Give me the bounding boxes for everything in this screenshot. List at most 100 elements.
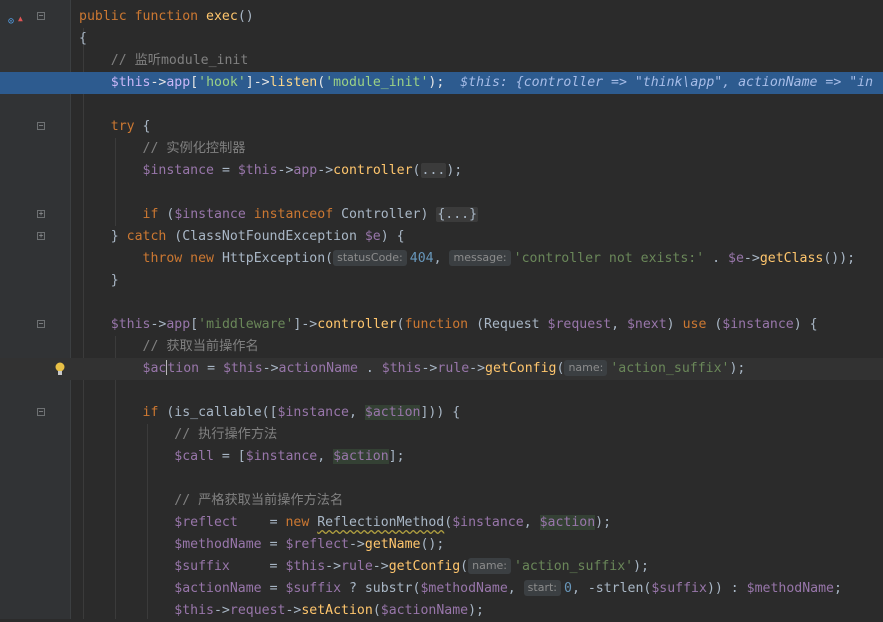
code-line-12[interactable]: throw new HttpException(statusCode: 404, … bbox=[0, 248, 883, 270]
code-text[interactable]: $action = $this->actionName . $this->rul… bbox=[79, 358, 745, 380]
code-token: ( bbox=[396, 317, 405, 332]
override-arrow-icon[interactable]: ▲ bbox=[18, 8, 23, 30]
code-token: [ bbox=[190, 75, 199, 90]
code-text[interactable]: $reflect = new ReflectionMethod($instanc… bbox=[79, 512, 611, 534]
code-text[interactable]: // 严格获取当前操作方法名 bbox=[79, 490, 343, 512]
code-text[interactable]: $this->app['middleware']->controller(fun… bbox=[79, 314, 818, 336]
code-text[interactable]: } catch (ClassNotFoundException $e) { bbox=[79, 226, 405, 248]
code-line-20[interactable]: // 执行操作方法 bbox=[0, 424, 883, 446]
code-token: , bbox=[611, 317, 627, 332]
code-text[interactable]: if ($instance instanceof Controller) {..… bbox=[79, 204, 479, 226]
code-text[interactable]: // 监听module_init bbox=[79, 50, 249, 72]
code-line-14[interactable] bbox=[0, 292, 883, 314]
code-text[interactable]: // 执行操作方法 bbox=[79, 424, 277, 446]
code-token: // 实例化控制器 bbox=[79, 141, 246, 156]
code-token: ; bbox=[833, 581, 842, 596]
code-token: 0 bbox=[564, 581, 572, 596]
code-token: ( bbox=[460, 559, 469, 574]
code-token: . bbox=[704, 251, 729, 266]
code-token: if bbox=[142, 405, 167, 420]
code-text[interactable]: } bbox=[79, 270, 119, 292]
code-token: 'hook' bbox=[198, 75, 246, 90]
code-text[interactable]: public function exec() bbox=[79, 6, 254, 28]
fold-toggle-icon[interactable]: − bbox=[37, 122, 45, 130]
parameter-hint: message: bbox=[449, 250, 511, 266]
code-line-1[interactable]: − ⊙ ▲ public function exec() bbox=[0, 6, 883, 28]
fold-toggle-icon[interactable]: + bbox=[37, 210, 45, 218]
code-token: $methodName bbox=[420, 581, 508, 596]
code-token: $this bbox=[174, 603, 214, 618]
code-token: new bbox=[285, 515, 318, 530]
folded-code[interactable]: {...} bbox=[436, 207, 479, 222]
code-line-27[interactable]: $actionName = $suffix ? substr($methodNa… bbox=[0, 578, 883, 600]
code-text[interactable]: throw new HttpException(statusCode: 404, … bbox=[79, 248, 855, 270]
code-text[interactable]: $actionName = $suffix ? substr($methodNa… bbox=[79, 578, 842, 600]
code-line-2[interactable]: { bbox=[0, 28, 883, 50]
code-line-17[interactable]: $action = $this->actionName . $this->rul… bbox=[0, 358, 883, 380]
code-token: use bbox=[682, 317, 715, 332]
code-text[interactable]: if (is_callable([$instance, $action])) { bbox=[79, 402, 460, 424]
code-token: ? substr( bbox=[341, 581, 421, 596]
code-editor[interactable]: − ⊙ ▲ public function exec(){ // 监听module_i… bbox=[0, 0, 883, 619]
variable-usage-highlight: $action bbox=[333, 449, 389, 464]
code-line-4[interactable]: $this->app['hook']->listen('module_init'… bbox=[0, 72, 883, 94]
code-line-23[interactable]: // 严格获取当前操作方法名 bbox=[0, 490, 883, 512]
code-text[interactable]: $instance = $this->app->controller(...); bbox=[79, 160, 462, 182]
code-line-22[interactable] bbox=[0, 468, 883, 490]
fold-toggle-icon[interactable]: − bbox=[37, 320, 45, 328]
intention-bulb-icon[interactable] bbox=[55, 362, 65, 376]
code-token: // 严格获取当前操作方法名 bbox=[79, 493, 344, 508]
code-text[interactable]: $call = [$instance, $action]; bbox=[79, 446, 405, 468]
code-token: = bbox=[261, 581, 286, 596]
code-token: $this bbox=[381, 361, 422, 376]
code-token: ); bbox=[446, 163, 463, 178]
code-token: $e bbox=[728, 251, 744, 266]
code-line-10[interactable]: + if ($instance instanceof Controller) {… bbox=[0, 204, 883, 226]
code-line-19[interactable]: − if (is_callable([$instance, $action]))… bbox=[0, 402, 883, 424]
code-line-26[interactable]: $suffix = $this->rule->getConfig(name:'a… bbox=[0, 556, 883, 578]
code-token: ) { bbox=[793, 317, 818, 332]
fold-toggle-icon[interactable]: − bbox=[37, 12, 45, 20]
code-line-16[interactable]: // 获取当前操作名 bbox=[0, 336, 883, 358]
code-token: } bbox=[79, 273, 119, 288]
code-token: setAction bbox=[301, 603, 373, 618]
code-token: ])) { bbox=[420, 405, 461, 420]
code-line-24[interactable]: $reflect = new ReflectionMethod($instanc… bbox=[0, 512, 883, 534]
code-line-8[interactable]: $instance = $this->app->controller(...); bbox=[0, 160, 883, 182]
code-text[interactable]: $this->app['hook']->listen('module_init'… bbox=[79, 72, 873, 94]
code-line-5[interactable] bbox=[0, 94, 883, 116]
code-token: HttpException( bbox=[221, 251, 334, 266]
code-line-6[interactable]: − try { bbox=[0, 116, 883, 138]
code-text[interactable]: // 获取当前操作名 bbox=[79, 336, 259, 358]
code-line-11[interactable]: + } catch (ClassNotFoundException $e) { bbox=[0, 226, 883, 248]
parameter-hint: statusCode: bbox=[333, 250, 407, 266]
fold-toggle-icon[interactable]: − bbox=[37, 408, 45, 416]
code-token: -> bbox=[213, 603, 230, 618]
code-text[interactable]: $methodName = $reflect->getName(); bbox=[79, 534, 444, 556]
code-line-15[interactable]: − $this->app['middleware']->controller(f… bbox=[0, 314, 883, 336]
code-line-13[interactable]: } bbox=[0, 270, 883, 292]
code-line-25[interactable]: $methodName = $reflect->getName(); bbox=[0, 534, 883, 556]
code-line-18[interactable] bbox=[0, 380, 883, 402]
code-text[interactable]: { bbox=[79, 28, 87, 50]
fold-toggle-icon[interactable]: + bbox=[37, 232, 45, 240]
code-text[interactable]: // 实例化控制器 bbox=[79, 138, 246, 160]
code-text[interactable]: try { bbox=[79, 116, 151, 138]
code-token: $actionName bbox=[380, 603, 469, 618]
code-text[interactable]: $suffix = $this->rule->getConfig(name:'a… bbox=[79, 556, 649, 578]
code-token: ); bbox=[468, 603, 484, 618]
code-line-3[interactable]: // 监听module_init bbox=[0, 50, 883, 72]
code-token: // 获取当前操作名 bbox=[79, 339, 259, 354]
code-line-9[interactable] bbox=[0, 182, 883, 204]
code-token: -> bbox=[348, 537, 365, 552]
code-token: -> bbox=[285, 603, 302, 618]
code-line-7[interactable]: // 实例化控制器 bbox=[0, 138, 883, 160]
code-token: $instance bbox=[277, 405, 349, 420]
code-line-21[interactable]: $call = [$instance, $action]; bbox=[0, 446, 883, 468]
code-token: $instance bbox=[452, 515, 524, 530]
folded-code[interactable]: ... bbox=[420, 163, 447, 178]
